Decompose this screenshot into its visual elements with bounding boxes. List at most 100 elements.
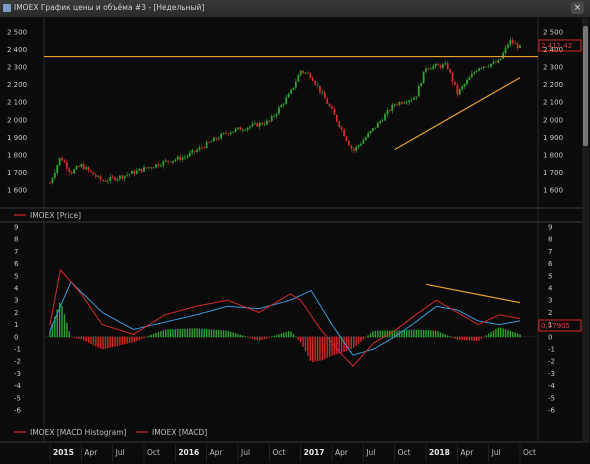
- candle-body: [111, 176, 114, 178]
- scrollbar-thumb[interactable]: [583, 26, 588, 146]
- candle-body: [497, 60, 500, 63]
- macd-tick-left: -3: [14, 370, 21, 378]
- chart-canvas[interactable]: 2 500 2 5002 400 2 4002 300 2 3002 200 2 200…: [0, 18, 582, 464]
- macd-histogram-bar: [203, 328, 205, 338]
- time-label: 2018: [429, 448, 450, 457]
- candle-body: [326, 98, 329, 104]
- price-tick-right: 1 900: [543, 134, 563, 142]
- candle-body: [454, 81, 456, 85]
- macd-histogram-bar: [124, 336, 126, 345]
- candle-body: [490, 63, 492, 67]
- candle-body: [321, 92, 324, 94]
- candle-body: [193, 150, 196, 152]
- candle-body: [355, 147, 358, 151]
- macd-histogram-bar: [258, 336, 261, 341]
- candle-body: [94, 174, 97, 177]
- candle-body: [357, 145, 360, 148]
- candle-body: [519, 45, 521, 49]
- macd-histogram-bar: [442, 333, 444, 338]
- candle-body: [253, 122, 256, 124]
- macd-histogram-bar: [97, 336, 99, 348]
- macd-histogram-bar: [230, 331, 232, 338]
- candle-body: [169, 161, 172, 163]
- candle-body: [393, 104, 396, 106]
- close-button[interactable]: ×: [571, 2, 584, 14]
- macd-histogram-bar: [507, 330, 509, 338]
- candle-body: [68, 168, 71, 172]
- macd-histogram-bar: [210, 329, 213, 338]
- candle-body: [198, 147, 201, 150]
- macd-histogram-bar: [157, 331, 160, 338]
- candle-body: [186, 156, 189, 158]
- candle-body: [362, 140, 365, 144]
- candle-body: [53, 172, 56, 179]
- candle-body: [514, 43, 517, 45]
- candle-body: [266, 120, 268, 125]
- macd-histogram-bar: [509, 330, 512, 338]
- time-label: Oct: [272, 448, 285, 457]
- macd-histogram-bar: [263, 336, 266, 340]
- macd-histogram-bar: [403, 330, 406, 338]
- macd-histogram-bar: [446, 335, 449, 338]
- macd-histogram-bar: [418, 329, 420, 338]
- macd-histogram-bar: [148, 335, 150, 338]
- macd-histogram-bar: [304, 336, 307, 352]
- macd-histogram-bar: [251, 336, 254, 339]
- macd-histogram-bar: [299, 336, 302, 343]
- macd-histogram-bar: [167, 329, 169, 338]
- candle-body: [181, 157, 184, 160]
- candle-body: [333, 108, 336, 115]
- macd-histogram-bar: [266, 336, 268, 339]
- macd-histogram-bar: [357, 336, 360, 344]
- candle-body: [319, 85, 321, 93]
- title-bar[interactable]: IMOEX График цены и объёма #3 - [Недельн…: [0, 0, 590, 18]
- vertical-scrollbar[interactable]: [582, 18, 589, 443]
- candle-body: [516, 43, 519, 49]
- macd-histogram-bar: [169, 329, 172, 338]
- macd-histogram-bar: [297, 336, 299, 340]
- macd-tick-right: -6: [548, 407, 556, 415]
- candle-body: [444, 63, 447, 65]
- candle-body: [205, 141, 208, 148]
- macd-tick-left: -1: [14, 346, 21, 354]
- macd-histogram-bar: [61, 305, 63, 338]
- candle-body: [278, 107, 280, 114]
- macd-histogram-bar: [502, 328, 504, 338]
- macd-tick-left: -4: [14, 382, 22, 390]
- macd-histogram-bar: [275, 334, 278, 338]
- macd-tick-right: 2: [548, 309, 552, 317]
- price-tick-right: 1 700: [543, 169, 563, 177]
- macd-tick-left: 3: [14, 297, 18, 305]
- macd-histogram-bar: [268, 336, 271, 338]
- candle-body: [507, 44, 509, 48]
- macd-histogram-bar: [324, 336, 326, 359]
- candle-body: [413, 98, 415, 100]
- macd-histogram-bar: [386, 330, 389, 338]
- candle-body: [261, 122, 264, 125]
- macd-histogram-bar: [205, 329, 208, 338]
- candle-body: [299, 70, 302, 76]
- macd-histogram-bar: [381, 330, 384, 338]
- macd-histogram-bar: [160, 331, 162, 338]
- candle-body: [439, 65, 442, 68]
- macd-histogram-bar: [485, 335, 487, 338]
- candle-body: [249, 126, 251, 128]
- candle-body: [140, 168, 143, 172]
- last-macd-label: 0,57905: [541, 322, 570, 330]
- time-label: Apr: [84, 448, 98, 457]
- macd-histogram-bar: [495, 329, 497, 338]
- candle-body: [292, 87, 295, 90]
- candle-body: [123, 175, 126, 179]
- macd-histogram-bar: [198, 328, 201, 338]
- candle-body: [458, 89, 461, 95]
- macd-histogram-bar: [492, 330, 495, 338]
- macd-histogram-bar: [360, 336, 362, 342]
- macd-histogram-bar: [326, 336, 328, 358]
- candle-body: [232, 131, 235, 133]
- macd-histogram-bar: [478, 336, 480, 341]
- candle-body: [58, 157, 61, 166]
- candle-body: [212, 137, 215, 142]
- macd-tick-left: 2: [14, 309, 18, 317]
- macd-histogram-bar: [109, 336, 111, 348]
- time-label: Oct: [147, 448, 160, 457]
